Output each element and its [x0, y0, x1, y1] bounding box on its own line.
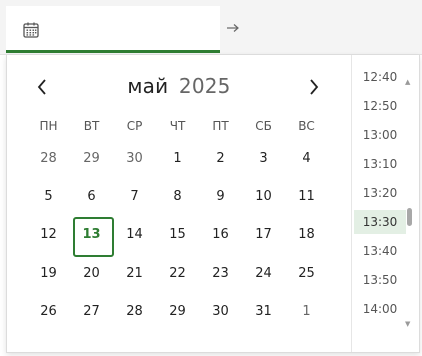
scroll-down-icon[interactable]: ▼: [405, 321, 413, 328]
day-cell[interactable]: 26: [27, 294, 70, 330]
day-cell[interactable]: 30: [113, 141, 156, 177]
day-cell[interactable]: 18: [285, 217, 328, 253]
day-cell[interactable]: 1: [285, 294, 328, 330]
weekday-label: ВТ: [83, 119, 100, 133]
day-cell[interactable]: 15: [156, 217, 199, 253]
time-option[interactable]: 12:40: [354, 65, 406, 89]
start-date-input[interactable]: [6, 6, 220, 53]
day-cell[interactable]: 4: [285, 141, 328, 177]
weekday-label: СР: [126, 119, 143, 133]
day-cell[interactable]: 30: [199, 294, 242, 330]
day-cell[interactable]: 3: [242, 141, 285, 177]
day-cell[interactable]: 27: [70, 294, 113, 330]
selected-day-cell[interactable]: 13: [70, 217, 114, 258]
day-cell[interactable]: 16: [199, 217, 242, 253]
date-range-bar: [0, 0, 422, 55]
day-cell[interactable]: 12: [27, 217, 70, 253]
day-cell[interactable]: 21: [113, 256, 156, 292]
day-cell[interactable]: 8: [156, 179, 199, 215]
month-label[interactable]: май: [127, 74, 168, 98]
selected-time-option[interactable]: 13:30: [354, 210, 406, 234]
time-option[interactable]: 13:50: [354, 268, 406, 292]
datetime-picker-popup: май 2025 ПН ВТ СР ЧТ ПТ СБ ВС 28 29 30 1…: [6, 55, 420, 353]
day-cell[interactable]: 31: [242, 294, 285, 330]
time-option[interactable]: 13:10: [354, 152, 406, 176]
day-cell[interactable]: 14: [113, 217, 156, 253]
day-cell[interactable]: 11: [285, 179, 328, 215]
day-cell[interactable]: 5: [27, 179, 70, 215]
day-cell[interactable]: 6: [70, 179, 113, 215]
day-cell[interactable]: 24: [242, 256, 285, 292]
time-list[interactable]: 12:40 12:50 13:00 13:10 13:20 13:30 13:4…: [351, 63, 417, 345]
time-option[interactable]: 13:00: [354, 123, 406, 147]
calendar-icon: [23, 22, 39, 38]
time-option[interactable]: 13:20: [354, 181, 406, 205]
day-cell[interactable]: 2: [199, 141, 242, 177]
day-cell[interactable]: 19: [27, 256, 70, 292]
weekday-label: ПН: [39, 119, 58, 133]
day-cell[interactable]: 23: [199, 256, 242, 292]
day-grid: 28 29 30 1 2 3 4 5 6 7 8 9 10 11 12 13 1…: [27, 141, 328, 332]
time-option[interactable]: 13:40: [354, 239, 406, 263]
day-cell[interactable]: 17: [242, 217, 285, 253]
day-cell[interactable]: 28: [27, 141, 70, 177]
day-cell[interactable]: 10: [242, 179, 285, 215]
day-cell[interactable]: 25: [285, 256, 328, 292]
month-year-title: май 2025: [7, 73, 351, 99]
time-option[interactable]: 14:00: [354, 297, 406, 321]
year-label[interactable]: 2025: [179, 74, 231, 98]
weekday-label: СБ: [255, 119, 272, 133]
day-cell[interactable]: 29: [156, 294, 199, 330]
weekday-label: ЧТ: [169, 119, 186, 133]
chevron-right-icon[interactable]: [305, 77, 323, 97]
day-cell[interactable]: 7: [113, 179, 156, 215]
day-cell[interactable]: 22: [156, 256, 199, 292]
day-cell[interactable]: 9: [199, 179, 242, 215]
weekday-label: ВС: [298, 119, 315, 133]
day-cell[interactable]: 28: [113, 294, 156, 330]
day-cell[interactable]: 1: [156, 141, 199, 177]
day-cell[interactable]: 20: [70, 256, 113, 292]
day-cell[interactable]: 29: [70, 141, 113, 177]
arrow-right-icon: [227, 24, 239, 32]
scroll-up-icon[interactable]: ▲: [405, 79, 413, 86]
scrollbar-thumb[interactable]: [407, 208, 412, 226]
weekday-label: ПТ: [212, 119, 229, 133]
time-option[interactable]: 12:50: [354, 94, 406, 118]
weekday-header: ПН ВТ СР ЧТ ПТ СБ ВС: [27, 115, 328, 137]
